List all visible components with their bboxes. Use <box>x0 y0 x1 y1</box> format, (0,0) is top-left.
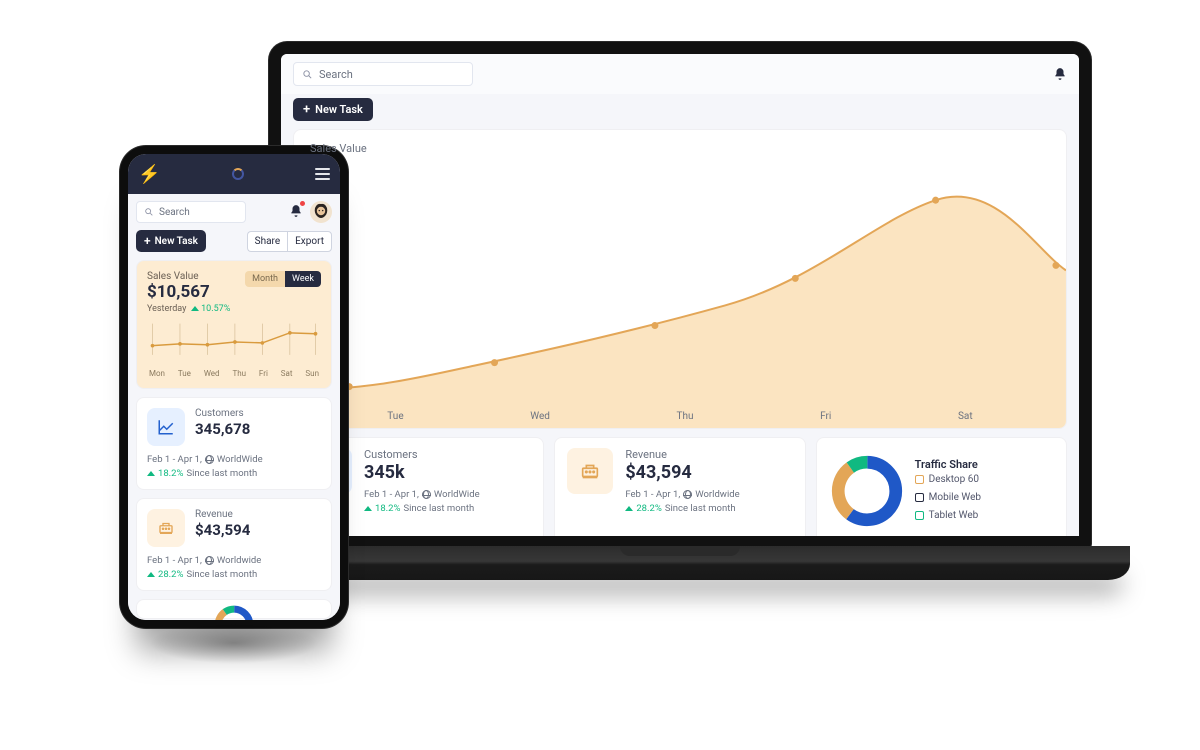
export-button[interactable]: Export <box>287 231 332 252</box>
sales-value-chart: Sales Value TueWedThuFriSat <box>293 129 1067 429</box>
revenue-card: Revenue $43,594 Feb 1 - Apr 1, Worldwide… <box>554 437 805 536</box>
new-task-button[interactable]: + New Task <box>293 98 373 121</box>
caret-up-icon <box>147 572 155 577</box>
card-label: Customers <box>195 408 321 419</box>
cash-register-icon <box>147 509 185 547</box>
globe-icon <box>205 455 214 464</box>
new-task-label: New Task <box>315 103 363 116</box>
caret-up-icon <box>147 471 155 476</box>
card-daterange: Feb 1 - Apr 1, Worldwide <box>625 489 792 500</box>
card-label: Customers <box>364 448 531 461</box>
bell-icon[interactable] <box>1053 67 1067 81</box>
bell-icon <box>289 204 303 218</box>
chart-title: Sales Value <box>310 142 367 155</box>
mini-chart: MonTueWedThuFriSatSun <box>147 322 321 378</box>
card-daterange: Feb 1 - Apr 1, WorldWide <box>147 454 321 465</box>
globe-icon <box>422 490 431 499</box>
chart-x-labels: TueWedThuFriSat <box>294 411 1066 422</box>
menu-button[interactable] <box>315 168 330 180</box>
revenue-card: Revenue $43,594 Feb 1 - Apr 1, Worldwide… <box>136 498 332 591</box>
card-trend: 28.2% Since last month <box>147 569 321 580</box>
card-value: $43,594 <box>625 462 792 483</box>
chart-line-icon <box>147 408 185 446</box>
logo-icon <box>232 168 244 180</box>
globe-icon <box>205 556 214 565</box>
traffic-share-card: Traffic Share Desktop 60 Mobile Web Tabl… <box>816 437 1067 536</box>
mobile-header: ⚡ <box>128 154 340 194</box>
toggle-month[interactable]: Month <box>245 271 285 287</box>
notifications-button[interactable] <box>289 203 303 222</box>
plus-icon: + <box>144 235 151 247</box>
globe-icon <box>683 490 692 499</box>
card-daterange: Feb 1 - Apr 1, Worldwide <box>147 555 321 566</box>
phone-mockup: ⚡ Search <box>120 146 348 628</box>
share-button[interactable]: Share <box>247 231 287 252</box>
traffic-legend: Desktop 60 Mobile Web Tablet Web <box>915 471 1054 525</box>
caret-up-icon <box>364 506 372 511</box>
card-value: 345,678 <box>195 420 321 438</box>
share-export-group: Share Export <box>247 231 332 252</box>
bolt-icon: ⚡ <box>138 164 160 185</box>
card-label: Revenue <box>195 509 321 520</box>
search-icon <box>302 69 313 80</box>
laptop-mockup: Search + New Task Sales Value TueWedThuF… <box>230 42 1130 602</box>
caret-up-icon <box>625 506 633 511</box>
card-daterange: Feb 1 - Apr 1, WorldWide <box>364 489 531 500</box>
traffic-share-card <box>136 599 332 619</box>
avatar[interactable] <box>310 201 332 223</box>
card-trend: 18.2% Since last month <box>147 468 321 479</box>
card-label: Revenue <box>625 448 792 461</box>
period-toggle: Month Week <box>245 271 321 287</box>
caret-up-icon <box>191 306 199 311</box>
card-trend: Yesterday 10.57% <box>147 304 321 314</box>
search-placeholder: Search <box>319 68 353 81</box>
card-value: $43,594 <box>195 521 321 539</box>
card-trend: 28.2% Since last month <box>625 503 792 514</box>
plus-icon: + <box>303 103 310 116</box>
search-input[interactable]: Search <box>136 201 246 223</box>
search-input[interactable]: Search <box>293 62 473 86</box>
donut-chart <box>179 604 289 620</box>
card-title: Traffic Share <box>915 458 1054 471</box>
sales-value-card: Sales Value $10,567 Yesterday 10.57% Mon… <box>136 260 332 389</box>
customers-card: Customers 345,678 Feb 1 - Apr 1, WorldWi… <box>136 397 332 490</box>
notification-dot <box>300 201 305 206</box>
donut-chart <box>829 453 905 529</box>
cash-register-icon <box>567 448 613 494</box>
card-value: 345k <box>364 462 531 483</box>
new-task-button[interactable]: + New Task <box>136 230 206 252</box>
toggle-week[interactable]: Week <box>285 271 321 287</box>
search-icon <box>144 207 154 217</box>
card-trend: 18.2% Since last month <box>364 503 531 514</box>
